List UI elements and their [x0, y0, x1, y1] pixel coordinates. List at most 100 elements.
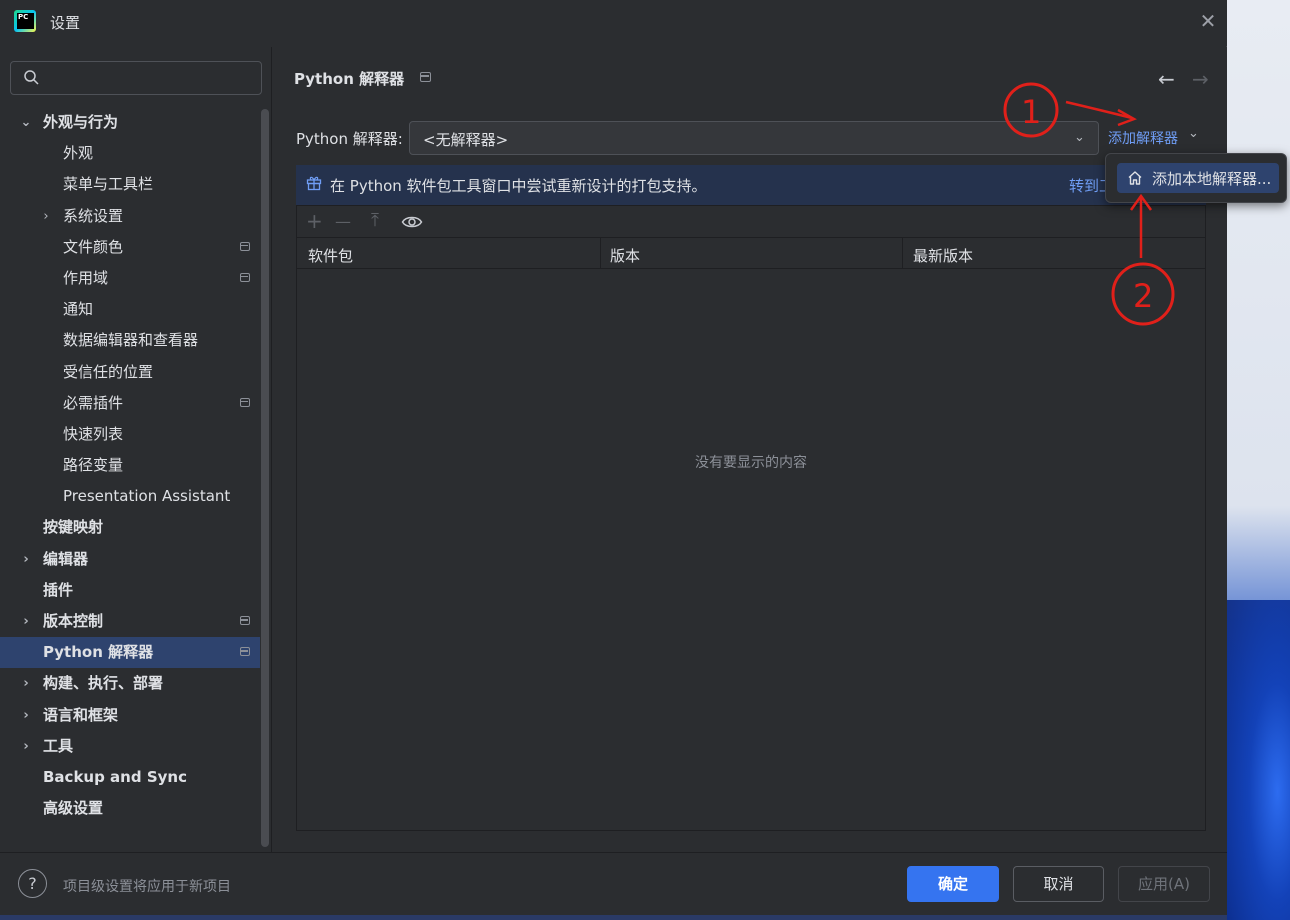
sidebar-item[interactable]: 作用域: [0, 263, 260, 294]
sidebar-item-label: 外观: [63, 144, 94, 163]
interpreter-dropdown[interactable]: <无解释器> ⌄: [409, 121, 1099, 155]
column-header-latest-version[interactable]: 最新版本: [913, 245, 973, 266]
sidebar-item-label: 按键映射: [43, 518, 104, 537]
sidebar-item-label: 通知: [63, 300, 94, 319]
sidebar-item-label: 工具: [43, 736, 74, 755]
sidebar-item-label: 语言和框架: [43, 705, 119, 724]
sidebar-item-label: 数据编辑器和查看器: [63, 331, 199, 350]
sidebar-item-label: 受信任的位置: [63, 362, 154, 381]
packages-table-header: 软件包 版本 最新版本: [297, 238, 1205, 269]
page-title: Python 解释器: [294, 70, 405, 88]
sidebar-item[interactable]: ⌄ 外观与行为: [0, 107, 260, 138]
chevron-right-icon[interactable]: ›: [19, 606, 33, 637]
sidebar-item[interactable]: › 编辑器: [0, 544, 260, 575]
sidebar-item[interactable]: 外观: [0, 138, 260, 169]
sidebar-item-label: 菜单与工具栏: [63, 175, 154, 194]
add-interpreter-link[interactable]: 添加解释器: [1108, 128, 1178, 148]
sidebar-item[interactable]: › 语言和框架: [0, 700, 260, 731]
chevron-down-icon[interactable]: ⌄: [19, 107, 33, 138]
chevron-right-icon[interactable]: ›: [19, 731, 33, 762]
column-header-version[interactable]: 版本: [610, 245, 640, 266]
settings-dialog: 设置 ✕ ⌄ 外观与行为外观菜单与工具栏 › 系统设置文件颜色作用域通知数据编辑器和查…: [0, 0, 1227, 915]
chevron-right-icon[interactable]: ›: [19, 700, 33, 731]
main-panel: Python 解释器 ← → Python 解释器: <无解释器> ⌄ 添加解释…: [273, 47, 1227, 852]
chevron-right-icon[interactable]: ›: [19, 544, 33, 575]
remove-package-icon[interactable]: —: [335, 212, 351, 231]
sidebar-item[interactable]: 受信任的位置: [0, 357, 260, 388]
sidebar-item-label: 版本控制: [43, 612, 104, 630]
add-local-interpreter-label: 添加本地解释器...: [1152, 170, 1272, 188]
chevron-down-icon[interactable]: ⌄: [1188, 126, 1199, 141]
ok-button[interactable]: 确定: [907, 866, 999, 902]
settings-tree: ⌄ 外观与行为外观菜单与工具栏 › 系统设置 文件颜色作用域通知数据编辑器和查看器 受信任…: [0, 107, 260, 824]
sidebar-item[interactable]: 菜单与工具栏: [0, 169, 260, 200]
sidebar-item[interactable]: 按键映射: [0, 512, 260, 543]
sidebar-item-label: Backup and Sync: [43, 767, 187, 786]
search-icon: [24, 70, 39, 85]
close-button[interactable]: ✕: [1196, 10, 1220, 34]
packages-panel: + — ⤒ 软件包 版本 最新版本 没有要显示的内容: [296, 205, 1206, 831]
column-header-package[interactable]: 软件包: [308, 245, 353, 266]
sidebar-item-label: 作用域: [63, 268, 109, 287]
sidebar-item[interactable]: 插件: [0, 575, 260, 606]
sidebar-item-label: 插件: [43, 580, 74, 599]
chevron-right-icon[interactable]: ›: [19, 668, 33, 699]
project-scope-icon: [240, 647, 250, 657]
sidebar-item[interactable]: 通知: [0, 294, 260, 325]
column-divider[interactable]: [902, 238, 903, 269]
sidebar-item[interactable]: › 系统设置: [0, 201, 260, 232]
help-button[interactable]: ?: [18, 869, 47, 898]
footer-note: 项目级设置将应用于新项目: [63, 879, 231, 895]
home-icon: [1128, 171, 1142, 185]
settings-sidebar: ⌄ 外观与行为外观菜单与工具栏 › 系统设置 文件颜色作用域通知数据编辑器和查看器 受信任…: [0, 47, 272, 852]
sidebar-item[interactable]: 文件颜色: [0, 232, 260, 263]
sidebar-item[interactable]: Python 解释器: [0, 637, 260, 669]
sidebar-item-label: 编辑器: [43, 549, 89, 568]
sidebar-item-label: 快速列表: [63, 424, 124, 443]
sidebar-item[interactable]: 路径变量: [0, 450, 260, 481]
interpreter-value: <无解释器>: [423, 131, 509, 149]
chevron-right-icon[interactable]: ›: [39, 201, 53, 232]
add-package-icon[interactable]: +: [306, 209, 323, 233]
sidebar-item[interactable]: › 工具: [0, 731, 260, 762]
sidebar-item-label: 高级设置: [43, 799, 104, 818]
title-bar: 设置 ✕: [0, 0, 1227, 46]
sidebar-item[interactable]: › 构建、执行、部署: [0, 668, 260, 699]
sidebar-item[interactable]: 数据编辑器和查看器: [0, 325, 260, 356]
chevron-down-icon: ⌄: [1074, 130, 1085, 145]
sidebar-item[interactable]: 必需插件: [0, 388, 260, 419]
settings-search-box[interactable]: [10, 61, 262, 95]
sidebar-item[interactable]: Presentation Assistant: [0, 481, 260, 512]
sidebar-item-label: Presentation Assistant: [63, 487, 231, 506]
add-local-interpreter-item[interactable]: 添加本地解释器...: [1117, 163, 1279, 193]
empty-table-message: 没有要显示的内容: [695, 455, 807, 471]
settings-search-input[interactable]: [53, 67, 253, 89]
dialog-footer: ? 项目级设置将应用于新项目 确定 取消 应用(A): [0, 852, 1227, 915]
sidebar-item-label: 必需插件: [63, 393, 124, 412]
interpreter-label: Python 解释器:: [296, 130, 403, 148]
sidebar-item-label: Python 解释器: [43, 643, 154, 662]
sidebar-item[interactable]: 快速列表: [0, 419, 260, 450]
project-scope-icon: [240, 241, 250, 251]
info-banner: 在 Python 软件包工具窗口中尝试重新设计的打包支持。 转到工: [296, 165, 1206, 205]
add-interpreter-popup: 添加本地解释器...: [1105, 153, 1287, 203]
upgrade-package-icon[interactable]: ⤒: [371, 210, 379, 231]
eye-icon[interactable]: [401, 213, 423, 231]
sidebar-item[interactable]: Backup and Sync: [0, 762, 260, 793]
project-scope-icon: [240, 397, 250, 407]
sidebar-item[interactable]: 高级设置: [0, 793, 260, 824]
project-scope-icon: [240, 616, 250, 625]
project-scope-icon: [240, 272, 250, 282]
packages-toolbar: + — ⤒: [297, 206, 1205, 238]
cancel-button[interactable]: 取消: [1013, 866, 1104, 902]
forward-button[interactable]: →: [1192, 67, 1209, 91]
sidebar-scrollbar[interactable]: [261, 109, 269, 847]
column-divider[interactable]: [600, 238, 601, 269]
project-scope-icon: [420, 72, 431, 82]
sidebar-item[interactable]: › 版本控制: [0, 606, 260, 637]
back-button[interactable]: ←: [1158, 67, 1175, 91]
gift-icon: [306, 176, 322, 191]
pycharm-logo-icon: [14, 10, 36, 32]
apply-button[interactable]: 应用(A): [1118, 866, 1210, 902]
banner-text: 在 Python 软件包工具窗口中尝试重新设计的打包支持。: [330, 177, 707, 195]
